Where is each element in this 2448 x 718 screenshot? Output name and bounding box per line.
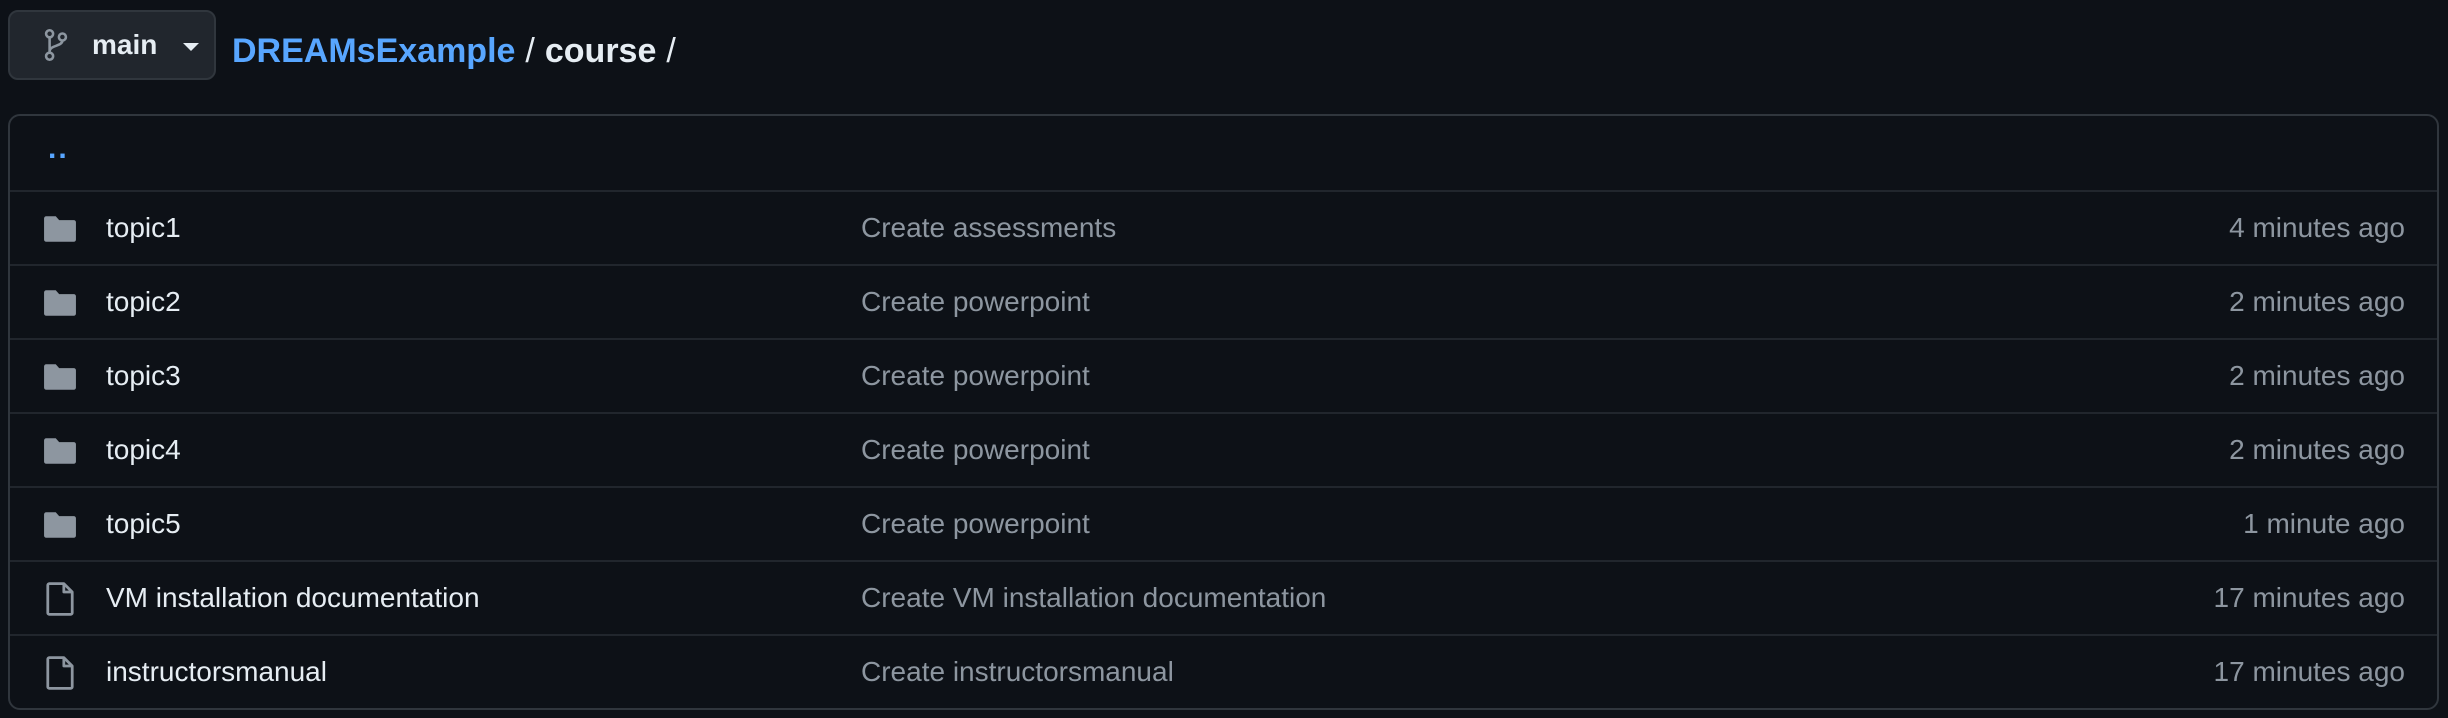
file-icon xyxy=(40,562,80,636)
file-row[interactable]: topic5 Create powerpoint 1 minute ago xyxy=(10,486,2437,560)
file-row[interactable]: topic2 Create powerpoint 2 minutes ago xyxy=(10,264,2437,338)
file-row[interactable]: topic3 Create powerpoint 2 minutes ago xyxy=(10,338,2437,412)
file-name-link[interactable]: topic2 xyxy=(106,286,181,318)
commit-message-link[interactable]: Create instructorsmanual xyxy=(861,656,1174,688)
branch-selector-button[interactable]: main xyxy=(8,10,216,80)
file-name-link[interactable]: instructorsmanual xyxy=(106,656,327,688)
file-row[interactable]: instructorsmanual Create instructorsmanua… xyxy=(10,634,2437,708)
breadcrumb-repo-link[interactable]: DREAMsExample xyxy=(232,32,515,71)
chevron-down-icon xyxy=(183,43,200,51)
repo-header: main DREAMsExample / course / xyxy=(0,0,2448,100)
commit-message-link[interactable]: Create powerpoint xyxy=(861,286,1090,318)
file-icon xyxy=(40,636,80,708)
commit-message-link[interactable]: Create powerpoint xyxy=(861,360,1090,392)
breadcrumb-trailing-separator: / xyxy=(666,31,676,70)
folder-icon xyxy=(40,340,80,414)
commit-time: 17 minutes ago xyxy=(2213,656,2405,687)
breadcrumb-current-dir: course xyxy=(544,31,657,70)
commit-time: 1 minute ago xyxy=(2243,508,2405,539)
commit-message-link[interactable]: Create assessments xyxy=(861,212,1116,244)
commit-time: 2 minutes ago xyxy=(2229,360,2405,391)
commit-time: 17 minutes ago xyxy=(2213,582,2405,613)
folder-icon xyxy=(40,266,80,340)
breadcrumb: DREAMsExample / course / xyxy=(232,26,686,76)
folder-icon xyxy=(40,414,80,488)
parent-directory-row[interactable]: .. xyxy=(10,116,2437,190)
commit-time: 2 minutes ago xyxy=(2229,434,2405,465)
folder-icon xyxy=(40,192,80,266)
file-name-link[interactable]: topic1 xyxy=(106,212,181,244)
commit-time: 4 minutes ago xyxy=(2229,212,2405,243)
file-row[interactable]: topic4 Create powerpoint 2 minutes ago xyxy=(10,412,2437,486)
commit-message-link[interactable]: Create powerpoint xyxy=(861,434,1090,466)
git-branch-icon xyxy=(40,29,72,61)
folder-icon xyxy=(40,488,80,562)
commit-time: 2 minutes ago xyxy=(2229,286,2405,317)
commit-message-link[interactable]: Create VM installation documentation xyxy=(861,582,1326,614)
file-row[interactable]: VM installation documentation Create VM i… xyxy=(10,560,2437,634)
branch-name: main xyxy=(92,29,158,60)
file-name-link[interactable]: topic3 xyxy=(106,360,181,392)
commit-message-link[interactable]: Create powerpoint xyxy=(861,508,1090,540)
file-list: .. topic1 Create assessments 4 minutes ago… xyxy=(8,114,2439,710)
file-name-link[interactable]: topic5 xyxy=(106,508,181,540)
file-row[interactable]: topic1 Create assessments 4 minutes ago xyxy=(10,190,2437,264)
file-name-link[interactable]: VM installation documentation xyxy=(106,582,480,614)
file-name-link[interactable]: topic4 xyxy=(106,434,181,466)
breadcrumb-separator: / xyxy=(525,31,535,70)
parent-directory-link[interactable]: .. xyxy=(48,132,69,166)
